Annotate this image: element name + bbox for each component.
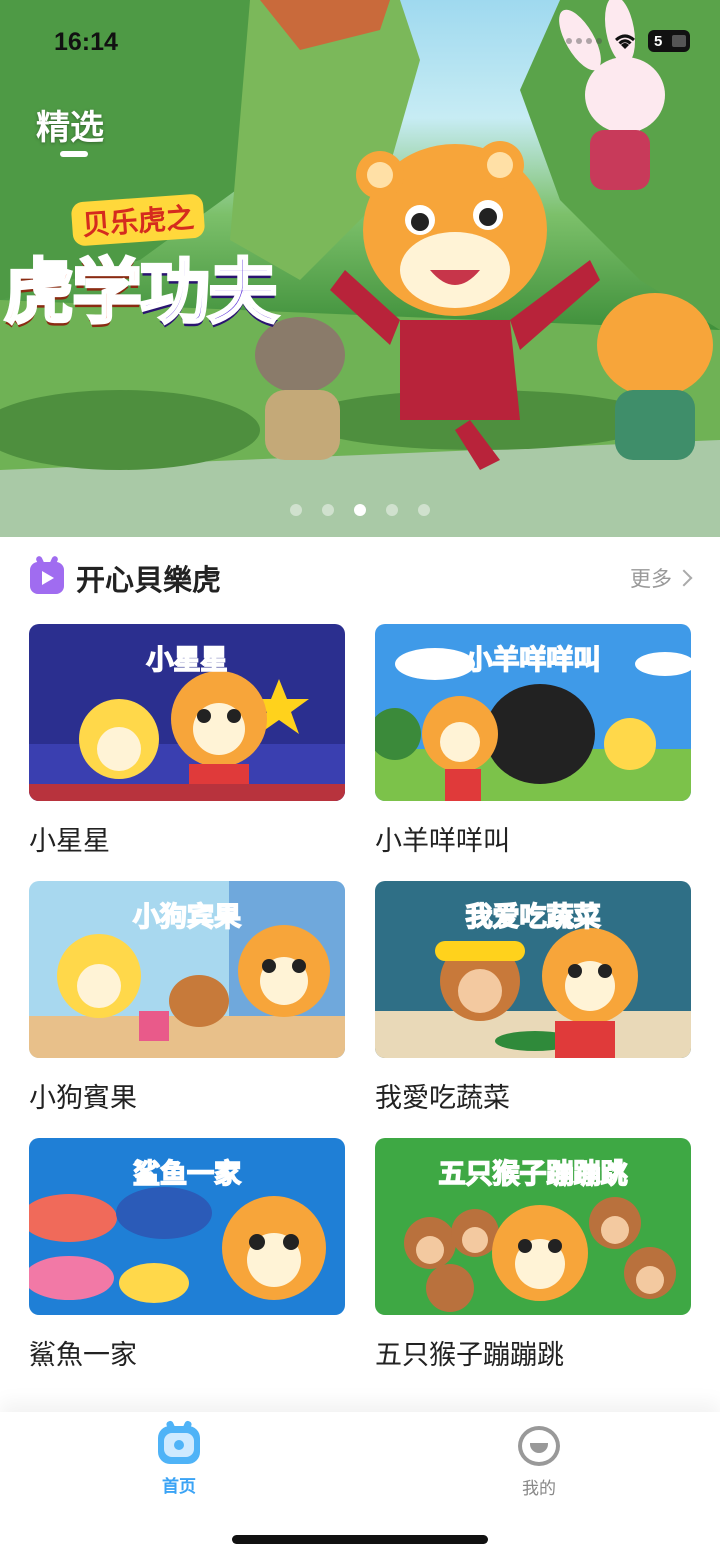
video-thumbnail[interactable]: 五只猴子蹦蹦跳 (375, 1138, 691, 1315)
video-thumbnail[interactable]: 小狗宾果 (29, 881, 345, 1058)
carousel-dot (290, 504, 302, 516)
more-label: 更多 (630, 567, 672, 591)
tv-play-icon (30, 562, 64, 594)
cellular-signal-icon (566, 38, 602, 44)
video-thumbnail[interactable]: 小星星 (29, 624, 345, 801)
section-title: 开心貝樂虎 (76, 563, 222, 597)
video-card[interactable]: 小星星 小星星 (29, 624, 345, 857)
thumbnail-title: 鲨鱼一家 (132, 1158, 242, 1191)
video-thumbnail[interactable]: 小羊咩咩叫 (375, 624, 691, 801)
home-indicator (232, 1535, 488, 1544)
banner-title: 虎学功夫 (3, 236, 280, 337)
battery-icon: 5 (648, 30, 690, 52)
status-indicators: 5 (566, 30, 690, 52)
carousel-dot-active (354, 504, 366, 516)
video-card[interactable]: 小狗宾果 小狗賓果 (29, 881, 345, 1114)
video-card[interactable]: 小羊咩咩叫 小羊咩咩叫 (375, 624, 691, 857)
battery-level: 5 (654, 32, 663, 50)
video-card[interactable]: 我爱吃蔬菜 我愛吃蔬菜 (375, 881, 691, 1114)
tab-me[interactable]: 我的 (479, 1426, 599, 1499)
tab-featured-indicator (60, 151, 88, 157)
tab-featured[interactable]: 精选 (36, 100, 104, 149)
carousel-indicator (290, 504, 430, 516)
more-link[interactable]: 更多 (630, 563, 693, 593)
status-time: 16:14 (54, 28, 118, 56)
video-thumbnail[interactable]: 我爱吃蔬菜 (375, 881, 691, 1058)
tab-home[interactable]: 首页 (119, 1426, 239, 1497)
thumbnail-title: 小狗宾果 (132, 901, 242, 934)
hero-banner[interactable]: 16:14 5 精选 贝乐虎之 虎学功夫 (0, 0, 720, 537)
carousel-dot (418, 504, 430, 516)
tab-me-label: 我的 (522, 1479, 556, 1499)
video-title: 小狗賓果 (29, 1083, 137, 1114)
thumbnail-title: 五只猴子蹦蹦跳 (438, 1158, 629, 1191)
video-title: 我愛吃蔬菜 (375, 1083, 510, 1114)
tab-home-label: 首页 (162, 1477, 196, 1497)
video-card[interactable]: 五只猴子蹦蹦跳 五只猴子蹦蹦跳 (375, 1138, 691, 1371)
banner-title-part2: 功夫 (139, 250, 280, 335)
carousel-dot (322, 504, 334, 516)
profile-face-icon (518, 1426, 560, 1466)
thumbnail-title: 小羊咩咩叫 (465, 644, 602, 677)
section-header: 开心貝樂虎 更多 (30, 556, 693, 600)
banner-title-part1: 虎学 (3, 250, 144, 335)
chevron-right-icon (675, 569, 693, 587)
thumbnail-title: 小星星 (146, 644, 229, 677)
video-thumbnail[interactable]: 鲨鱼一家 (29, 1138, 345, 1315)
carousel-dot (386, 504, 398, 516)
video-grid: 小星星 小星星 小羊咩咩叫 小羊咩咩叫 小狗宾果 小狗賓果 我爱吃蔬菜 我愛吃蔬… (29, 624, 691, 1371)
wifi-icon (615, 34, 635, 49)
video-card[interactable]: 鲨鱼一家 鯊魚一家 (29, 1138, 345, 1371)
video-title: 小羊咩咩叫 (375, 826, 510, 857)
video-title: 小星星 (29, 826, 110, 857)
video-title: 五只猴子蹦蹦跳 (375, 1340, 564, 1371)
home-tv-icon (158, 1426, 200, 1464)
video-title: 鯊魚一家 (29, 1340, 137, 1371)
thumbnail-title: 我爱吃蔬菜 (465, 901, 602, 934)
